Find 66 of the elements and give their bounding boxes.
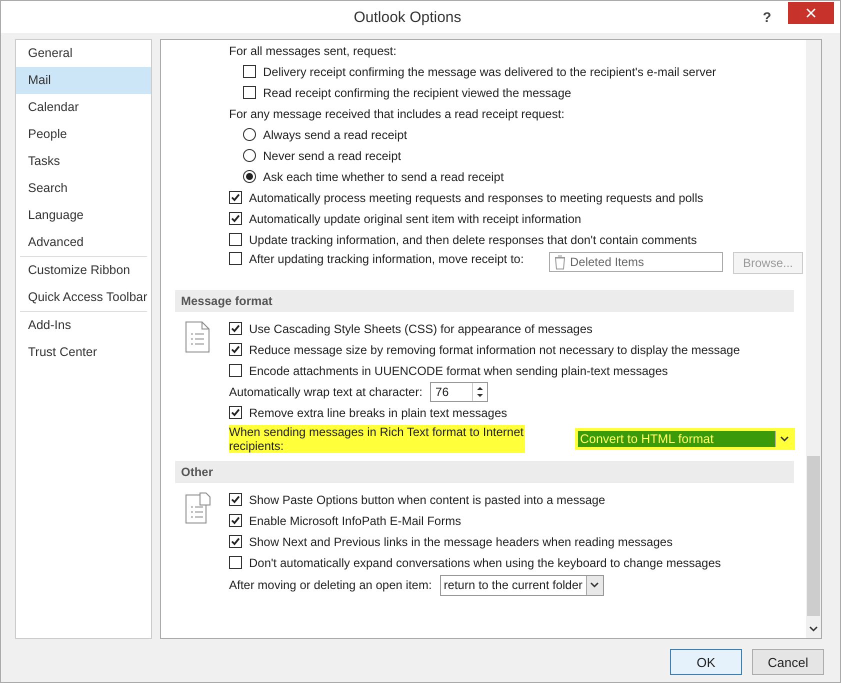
- checkbox[interactable]: [229, 493, 242, 506]
- radio-label: Never send a read receipt: [263, 148, 402, 162]
- scrollbar[interactable]: [806, 40, 821, 638]
- radio-button[interactable]: [243, 149, 256, 162]
- number-field[interactable]: 76: [430, 382, 488, 402]
- sidebar-item[interactable]: Tasks: [16, 148, 151, 175]
- section-header: Other: [175, 461, 794, 483]
- checkbox-label: Enable Microsoft InfoPath E-Mail Forms: [249, 514, 462, 528]
- sidebar-item[interactable]: People: [16, 121, 151, 148]
- checkbox-label: Don't automatically expand conversations when using the keyboard to change messages: [249, 556, 721, 570]
- sidebar-item[interactable]: Mail: [16, 67, 151, 94]
- sidebar-item[interactable]: Customize Ribbon: [16, 257, 151, 284]
- caret-icon: [590, 582, 600, 588]
- checkbox[interactable]: [229, 535, 242, 548]
- option-label: For any message received that includes a read receipt request:: [229, 106, 565, 120]
- checkbox-label: Automatically update original sent item with receipt information: [249, 212, 582, 226]
- checkbox-label: Automatically process meeting requests and responses to meeting requests and polls: [249, 190, 704, 204]
- checkbox-label: After updating tracking information, move receipt to:: [249, 252, 525, 267]
- radio-label: Always send a read receipt: [263, 128, 408, 142]
- radio-button[interactable]: [243, 170, 256, 183]
- checkbox[interactable]: [229, 406, 242, 419]
- checkbox-label: Read receipt confirming the recipient viewed the message: [263, 86, 572, 100]
- sidebar-item[interactable]: Search: [16, 175, 151, 202]
- checkbox[interactable]: [229, 212, 242, 225]
- close-button[interactable]: [788, 2, 834, 24]
- checkbox-label: Use Cascading Style Sheets (CSS) for appearance of messages: [249, 322, 593, 336]
- dropdown[interactable]: return to the current folder: [440, 574, 604, 596]
- checkbox[interactable]: [229, 191, 242, 204]
- sidebar-item[interactable]: Language: [16, 202, 151, 229]
- checkbox-label: Reduce message size by removing format information not necessary to display the message: [249, 342, 740, 356]
- sidebar-item[interactable]: Quick Access Toolbar: [16, 284, 151, 311]
- caret-icon: [809, 626, 818, 632]
- checkbox-label: Show Next and Previous links in the message headers when reading messages: [249, 534, 673, 548]
- checkbox-label: Delivery receipt confirming the message was delivered to the recipient's e-mail server: [263, 64, 716, 78]
- sidebar-item[interactable]: Add-Ins: [16, 312, 151, 339]
- option-label: For all messages sent, request:: [229, 44, 396, 58]
- dialog-button[interactable]: Cancel: [752, 649, 824, 675]
- section-header: Message format: [175, 290, 794, 312]
- checkbox-label: Encode attachments in UUENCODE format when sending plain-text messages: [249, 364, 668, 378]
- dropdown-label: When sending messages in Rich Text format to Internet recipients:: [229, 425, 525, 453]
- checkbox[interactable]: [229, 343, 242, 356]
- trash-icon: [554, 254, 566, 270]
- radio-label: Ask each time whether to send a read receipt: [263, 170, 504, 184]
- scrollbar-thumb[interactable]: [807, 456, 820, 616]
- sidebar-item[interactable]: Advanced: [16, 229, 151, 256]
- checkbox[interactable]: [229, 322, 242, 335]
- checkbox[interactable]: [229, 556, 242, 569]
- checkbox[interactable]: [229, 233, 242, 246]
- checkbox-label: Update tracking information, and then delete responses that don't contain comments: [249, 232, 697, 246]
- wrap-label: Automatically wrap text at character:: [229, 384, 422, 398]
- checkbox[interactable]: [229, 364, 242, 377]
- help-button[interactable]: ?: [754, 9, 780, 25]
- dialog-button[interactable]: OK: [670, 649, 742, 675]
- checkbox-label: Remove extra line breaks in plain text messages: [249, 406, 508, 420]
- close-icon: [806, 8, 816, 18]
- caret-icon: [780, 436, 788, 442]
- checkbox[interactable]: [229, 514, 242, 527]
- checkbox-label: Show Paste Options button when content is pasted into a message: [249, 492, 606, 506]
- sidebar-item[interactable]: Calendar: [16, 94, 151, 121]
- checkbox[interactable]: [243, 65, 256, 78]
- radio-button[interactable]: [243, 128, 256, 141]
- dropdown-label: After moving or deleting an open item:: [229, 578, 432, 592]
- sidebar-item[interactable]: General: [16, 40, 151, 67]
- window-title: Outlook Options: [352, 8, 462, 26]
- sidebar-item[interactable]: Trust Center: [16, 339, 151, 366]
- checkbox[interactable]: [243, 86, 256, 99]
